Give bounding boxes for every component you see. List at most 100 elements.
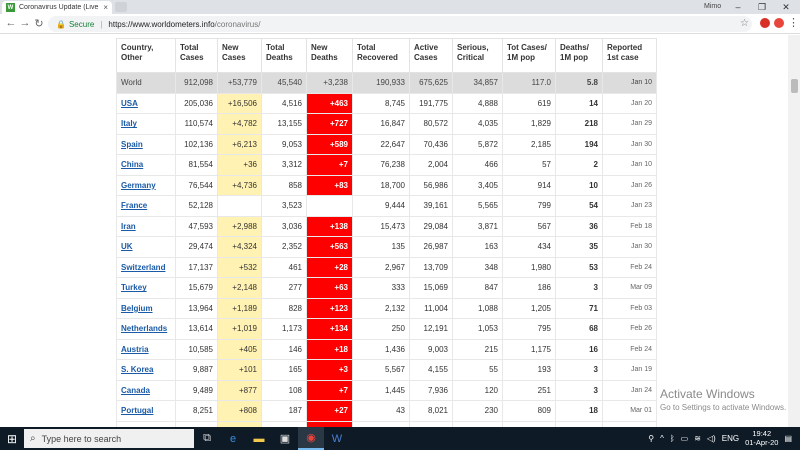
minimize-icon[interactable]: – xyxy=(726,1,750,13)
total-recovered-cell: 250 xyxy=(352,318,410,340)
new-deaths-cell xyxy=(306,195,353,217)
active-cases-cell: 26,987 xyxy=(409,236,453,258)
windows-start-icon[interactable]: ⊞ xyxy=(0,427,24,450)
country-link[interactable]: France xyxy=(121,201,147,210)
active-cases-cell: 13,709 xyxy=(409,256,453,278)
country-link[interactable]: UK xyxy=(121,242,133,251)
total-recovered-cell: 15,473 xyxy=(352,215,410,237)
new-deaths-cell: +83 xyxy=(306,174,353,196)
total-cases-cell: 10,585 xyxy=(175,338,218,360)
file-explorer-icon[interactable]: ▬ xyxy=(246,427,272,450)
tot-cases-1m-cell: 251 xyxy=(502,379,556,401)
url-input[interactable]: 🔒 Secure | https://www.worldometers.info… xyxy=(48,16,752,32)
country-link[interactable]: USA xyxy=(121,99,138,108)
country-link[interactable]: Italy xyxy=(121,119,137,128)
bookmark-star-icon[interactable]: ☆ xyxy=(740,18,749,29)
word-icon[interactable]: W xyxy=(324,427,350,450)
notification-icon[interactable]: ▤ xyxy=(784,434,792,443)
browser-menu-icon[interactable]: ⋮ xyxy=(788,16,799,29)
taskbar-clock[interactable]: 19:42 01-Apr-20 xyxy=(745,429,778,447)
country-link[interactable]: Iran xyxy=(121,222,136,231)
serious-critical-cell: 34,857 xyxy=(452,72,503,94)
column-header[interactable]: Total Cases xyxy=(175,38,218,73)
country-link[interactable]: Switzerland xyxy=(121,263,165,272)
column-header-line2: Cases xyxy=(180,53,204,62)
forward-icon[interactable]: → xyxy=(18,17,32,29)
battery-icon[interactable]: ▭ xyxy=(681,434,689,443)
table-row: Italy 110,574 +4,782 13,155 +727 16,847 80,572… xyxy=(116,113,657,135)
column-header[interactable]: Reported 1st case xyxy=(602,38,657,73)
country-link[interactable]: Germany xyxy=(121,181,156,190)
serious-critical-cell: 230 xyxy=(452,400,503,422)
edge-icon[interactable]: e xyxy=(220,427,246,450)
reported-cell: Feb 26 xyxy=(602,318,657,340)
profile-name[interactable]: Mimo xyxy=(704,3,721,10)
new-cases-cell: +1,019 xyxy=(217,318,262,340)
total-deaths-cell: 3,312 xyxy=(261,154,307,176)
new-cases-cell: +2,988 xyxy=(217,215,262,237)
task-view-icon[interactable]: ⧉ xyxy=(194,427,220,450)
reload-icon[interactable]: ↻ xyxy=(32,17,46,30)
column-header[interactable]: Deaths/1M pop xyxy=(555,38,603,73)
column-header[interactable]: Country, Other xyxy=(116,38,176,73)
country-cell: Belgium xyxy=(116,297,176,319)
page-scrollbar[interactable] xyxy=(788,35,800,427)
new-deaths-cell: +7 xyxy=(306,154,353,176)
country-link[interactable]: Belgium xyxy=(121,304,153,313)
bluetooth-icon[interactable]: ᛒ xyxy=(670,434,675,443)
reported-cell: Feb 18 xyxy=(602,215,657,237)
search-icon: ⌕ xyxy=(30,433,36,444)
country-cell: Portugal xyxy=(116,400,176,422)
deaths-1m-cell: 3 xyxy=(555,379,603,401)
column-header[interactable]: Serious, Critical xyxy=(452,38,503,73)
tot-cases-1m-cell: 1,175 xyxy=(502,338,556,360)
serious-critical-cell: 4,035 xyxy=(452,113,503,135)
country-link[interactable]: Austria xyxy=(121,345,149,354)
country-link[interactable]: Netherlands xyxy=(121,324,167,333)
maximize-icon[interactable]: ❐ xyxy=(750,1,774,13)
country-link[interactable]: Canada xyxy=(121,386,150,395)
taskbar-search-input[interactable]: ⌕ Type here to search xyxy=(24,429,194,448)
column-header[interactable]: Tot Cases/1M pop xyxy=(502,38,556,73)
new-tab-button[interactable] xyxy=(115,2,127,12)
back-icon[interactable]: ← xyxy=(4,17,18,29)
new-deaths-cell: +28 xyxy=(306,256,353,278)
total-recovered-cell: 5,567 xyxy=(352,359,410,381)
country-cell: USA xyxy=(116,92,176,114)
total-deaths-cell: 45,540 xyxy=(261,72,307,94)
total-recovered-cell: 190,933 xyxy=(352,72,410,94)
scrollbar-thumb[interactable] xyxy=(791,79,798,93)
opera-extension-icon[interactable] xyxy=(774,18,784,28)
table-row: Netherlands 13,614 +1,019 1,173 +134 250 12,19… xyxy=(116,318,657,340)
table-row: UK 29,474 +4,324 2,352 +563 135 26,987 163 434 35… xyxy=(116,236,657,258)
people-icon[interactable]: ⚲ xyxy=(648,434,654,443)
country-link[interactable]: S. Korea xyxy=(121,365,153,374)
tot-cases-1m-cell: 2,185 xyxy=(502,133,556,155)
deaths-1m-cell: 5.8 xyxy=(555,72,603,94)
column-header[interactable]: New Deaths xyxy=(306,38,353,73)
country-link[interactable]: Turkey xyxy=(121,283,147,292)
language-indicator[interactable]: ENG xyxy=(722,434,739,443)
column-header[interactable]: Active Cases xyxy=(409,38,453,73)
new-deaths-cell: +18 xyxy=(306,338,353,360)
country-cell: Canada xyxy=(116,379,176,401)
country-link[interactable]: China xyxy=(121,160,143,169)
column-header[interactable]: New Cases xyxy=(217,38,262,73)
close-window-icon[interactable]: ✕ xyxy=(774,1,798,13)
deaths-1m-cell: 3 xyxy=(555,277,603,299)
active-cases-cell: 80,572 xyxy=(409,113,453,135)
volume-icon[interactable]: ◁) xyxy=(707,434,716,443)
chrome-icon[interactable]: ◉ xyxy=(298,427,324,450)
new-deaths-cell: +463 xyxy=(306,92,353,114)
store-icon[interactable]: ▣ xyxy=(272,427,298,450)
tab-close-icon[interactable]: × xyxy=(103,3,108,12)
wifi-icon[interactable]: ≋ xyxy=(694,434,701,443)
tray-chevron-icon[interactable]: ^ xyxy=(660,434,664,443)
column-header[interactable]: Total Deaths xyxy=(261,38,307,73)
column-header[interactable]: Total Recovered xyxy=(352,38,410,73)
reported-cell: Jan 26 xyxy=(602,174,657,196)
country-link[interactable]: Portugal xyxy=(121,406,153,415)
extension-icon[interactable] xyxy=(760,18,770,28)
country-link[interactable]: Spain xyxy=(121,140,143,149)
browser-tab[interactable]: W Coronavirus Update (Live × xyxy=(2,1,112,14)
